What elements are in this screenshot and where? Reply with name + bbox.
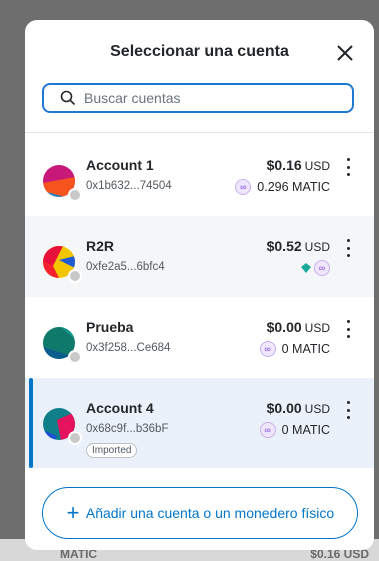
account-row-account-4[interactable]: Account 4 0x68c9f...b36bF Imported $0.00… (25, 378, 374, 468)
account-address: 0x68c9f...b36bF (86, 423, 169, 435)
imported-badge: Imported (86, 443, 138, 458)
balance-currency: USD (304, 402, 330, 416)
balance-currency: USD (304, 240, 330, 254)
balance-value: $0.00 (266, 400, 302, 416)
search-icon (60, 90, 76, 106)
connection-status-dot (68, 431, 82, 445)
connection-status-dot (68, 269, 82, 283)
modal-title: Seleccionar una cuenta (110, 43, 289, 60)
token-balance: ∞ 0 MATIC (259, 341, 330, 357)
balance-currency: USD (304, 159, 330, 173)
account-options-button[interactable] (342, 401, 354, 419)
close-icon (337, 45, 353, 61)
account-address: 0xfe2a5...6bfc4 (86, 261, 165, 273)
token-amount: 0 MATIC (281, 342, 330, 356)
add-account-button[interactable]: + Añadir una cuenta o un monedero físico (42, 487, 358, 539)
account-address: 0x3f258...Ce684 (86, 342, 171, 354)
token-icons: ∞ (300, 260, 330, 276)
matic-token-icon: ∞ (259, 422, 276, 438)
token-amount: 0.296 MATIC (257, 180, 330, 194)
account-selector-modal: Seleccionar una cuenta Buscar cuentas Ac… (25, 20, 374, 550)
gem-token-icon (301, 263, 311, 273)
account-balance: $0.52 USD (267, 238, 330, 254)
account-balance: $0.00 USD (267, 319, 330, 335)
modal-header: Seleccionar una cuenta (25, 20, 374, 80)
account-row-r2r[interactable]: R2R 0xfe2a5...6bfc4 $0.52 USD ∞ (25, 216, 374, 297)
token-amount: 0 MATIC (281, 423, 330, 437)
search-field[interactable] (42, 83, 354, 113)
account-name: Prueba (86, 319, 134, 335)
account-name: R2R (86, 238, 115, 254)
account-name: Account 4 (86, 400, 154, 416)
search-input[interactable] (84, 90, 352, 106)
add-account-label: Añadir una cuenta o un monedero físico (85, 505, 335, 521)
balance-currency: USD (304, 321, 330, 335)
account-balance: $0.16 USD (267, 157, 330, 173)
account-address: 0x1b632...74504 (86, 180, 172, 192)
token-balance: ∞ 0.296 MATIC (235, 179, 330, 195)
balance-value: $0.00 (266, 319, 302, 335)
matic-token-icon: ∞ (314, 260, 330, 276)
connection-status-dot (68, 350, 82, 364)
balance-value: $0.52 (266, 238, 302, 254)
matic-token-icon: ∞ (259, 341, 276, 357)
account-options-button[interactable] (342, 239, 354, 257)
account-row-account-1[interactable]: Account 1 0x1b632...74504 $0.16 USD ∞ 0.2… (25, 135, 374, 216)
selected-indicator (29, 378, 33, 468)
account-name: Account 1 (86, 157, 154, 173)
connection-status-dot (68, 188, 82, 202)
token-balance: ∞ 0 MATIC (259, 422, 330, 438)
account-list: Account 1 0x1b632...74504 $0.16 USD ∞ 0.2… (25, 135, 374, 468)
balance-value: $0.16 (266, 157, 302, 173)
divider (25, 132, 374, 133)
account-options-button[interactable] (342, 320, 354, 338)
account-row-prueba[interactable]: Prueba 0x3f258...Ce684 $0.00 USD ∞ 0 MATI… (25, 297, 374, 378)
account-balance: $0.00 USD (267, 400, 330, 416)
plus-icon: + (66, 500, 80, 525)
close-button[interactable] (334, 42, 356, 64)
account-options-button[interactable] (342, 158, 354, 176)
matic-token-icon: ∞ (235, 179, 252, 195)
